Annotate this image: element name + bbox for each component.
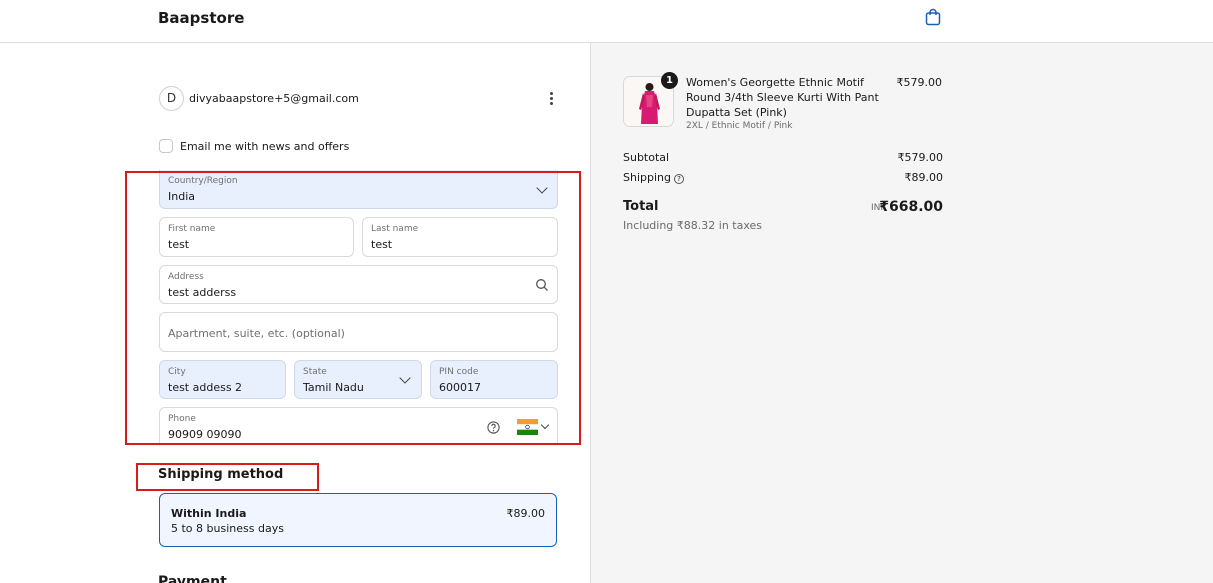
- shipping-value: ₹89.00: [904, 171, 944, 184]
- order-summary-panel: [590, 43, 1213, 583]
- payment-title: Payment: [158, 574, 227, 583]
- shipping-label: Shipping: [623, 171, 671, 184]
- total-label: Total: [623, 199, 659, 214]
- subtotal-value: ₹579.00: [897, 151, 944, 164]
- shipping-row: Shipping? ₹89.00: [623, 171, 943, 184]
- newsletter-label: Email me with news and offers: [180, 140, 350, 153]
- subtotal-label: Subtotal: [623, 151, 670, 164]
- highlight-box-delivery: [125, 171, 581, 445]
- tax-note: Including ₹88.32 in taxes: [623, 219, 763, 232]
- subtotal-row: Subtotal ₹579.00: [623, 151, 943, 164]
- site-header: Baapstore: [0, 0, 1213, 43]
- account-email: divyabaapstore+5@gmail.com: [189, 92, 359, 105]
- newsletter-checkbox[interactable]: [159, 139, 173, 153]
- quantity-badge: 1: [661, 72, 678, 89]
- product-variant: 2XL / Ethnic Motif / Pink: [686, 121, 793, 131]
- total-value: ₹668.00: [879, 199, 943, 215]
- shipping-option-name: Within India: [171, 507, 247, 520]
- shipping-option-days: 5 to 8 business days: [171, 522, 284, 535]
- shipping-option-price: ₹89.00: [506, 507, 546, 520]
- shipping-option[interactable]: Within India 5 to 8 business days ₹89.00: [159, 493, 557, 547]
- account-row: D divyabaapstore+5@gmail.com: [159, 86, 559, 112]
- avatar: D: [159, 86, 184, 111]
- kebab-menu-icon[interactable]: [544, 90, 558, 108]
- store-logo[interactable]: Baapstore: [158, 9, 244, 27]
- shipping-method-title: Shipping method: [158, 467, 284, 482]
- product-title: Women's Georgette Ethnic Motif Round 3/4…: [686, 76, 879, 119]
- product-price: ₹579.00: [896, 76, 943, 89]
- shopping-bag-icon[interactable]: [924, 8, 942, 26]
- help-icon[interactable]: ?: [674, 174, 684, 184]
